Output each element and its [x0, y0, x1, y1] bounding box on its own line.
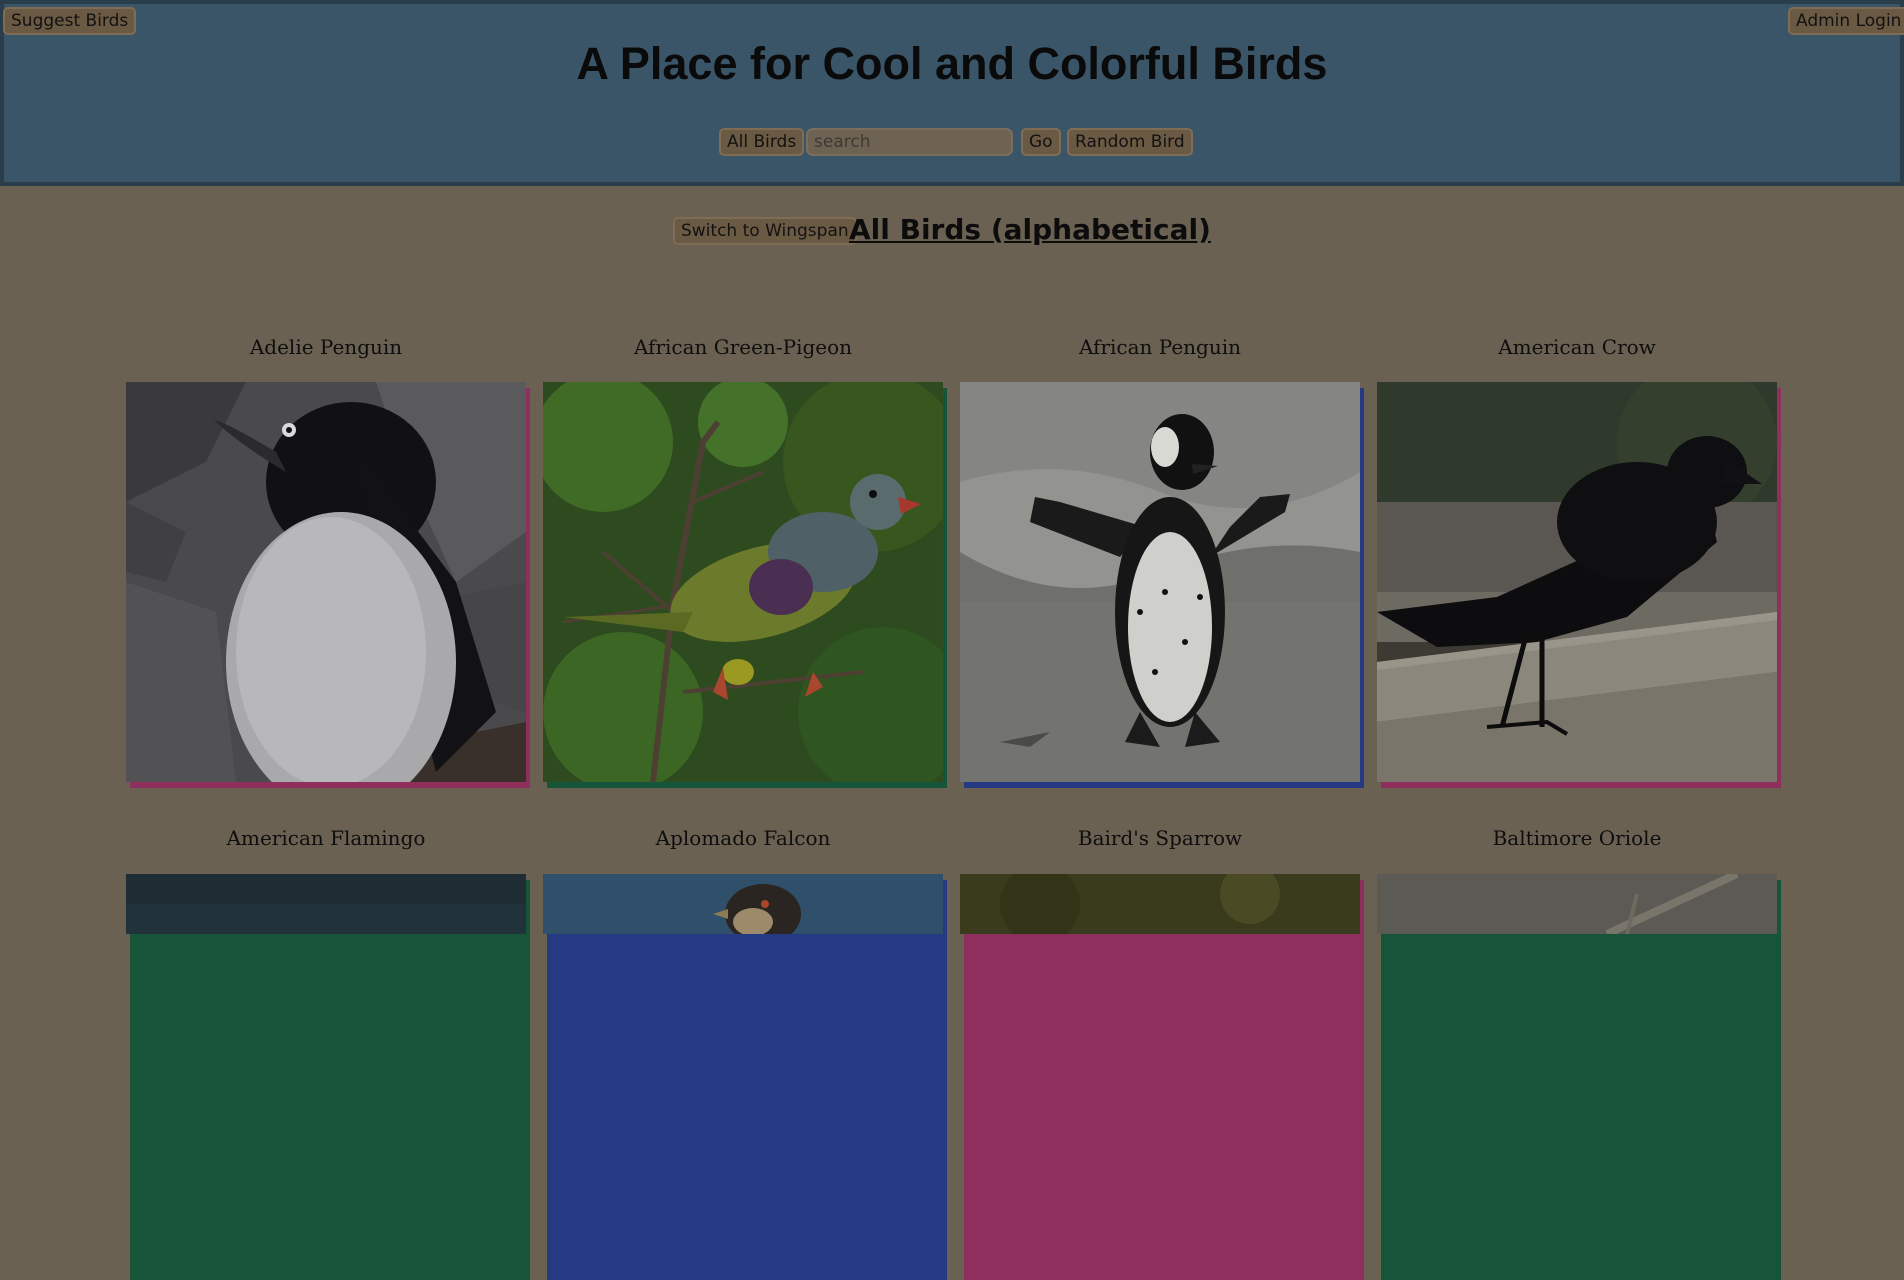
card-accent: [964, 880, 1364, 1280]
bird-name-american-crow[interactable]: American Crow: [1377, 334, 1777, 360]
bird-name-adelie-penguin[interactable]: Adelie Penguin: [126, 334, 526, 360]
bird-image-aplomado-falcon[interactable]: [543, 874, 943, 934]
admin-login-button[interactable]: Admin Login: [1788, 7, 1904, 35]
bird-image-american-flamingo[interactable]: [126, 874, 526, 934]
bird-name-bairds-sparrow[interactable]: Baird's Sparrow: [960, 825, 1360, 851]
bird-name-african-green-pigeon[interactable]: African Green-Pigeon: [543, 334, 943, 360]
bird-image-baltimore-oriole[interactable]: [1377, 874, 1777, 934]
bird-image-african-penguin[interactable]: [960, 382, 1360, 782]
bird-name-baltimore-oriole[interactable]: Baltimore Oriole: [1377, 825, 1777, 851]
card-accent: [1381, 880, 1781, 1280]
all-birds-button[interactable]: All Birds: [719, 128, 805, 156]
bird-image-bairds-sparrow[interactable]: [960, 874, 1360, 934]
section-title: All Birds (alphabetical): [849, 213, 1211, 246]
bird-name-aplomado-falcon[interactable]: Aplomado Falcon: [543, 825, 943, 851]
card-accent: [130, 880, 530, 1280]
bird-name-american-flamingo[interactable]: American Flamingo: [126, 825, 526, 851]
bird-image-american-crow[interactable]: [1377, 382, 1777, 782]
switch-to-wingspan-button[interactable]: Switch to Wingspan: [673, 217, 857, 245]
site-title: A Place for Cool and Colorful Birds: [576, 38, 1328, 89]
card-accent: [547, 880, 947, 1280]
bird-image-african-green-pigeon[interactable]: [543, 382, 943, 782]
bird-name-african-penguin[interactable]: African Penguin: [960, 334, 1360, 360]
site-header: [0, 0, 1904, 186]
search-input[interactable]: [806, 128, 1013, 156]
go-button[interactable]: Go: [1021, 128, 1061, 156]
random-bird-button[interactable]: Random Bird: [1067, 128, 1193, 156]
suggest-birds-button[interactable]: Suggest Birds: [3, 7, 137, 35]
bird-image-adelie-penguin[interactable]: [126, 382, 526, 782]
